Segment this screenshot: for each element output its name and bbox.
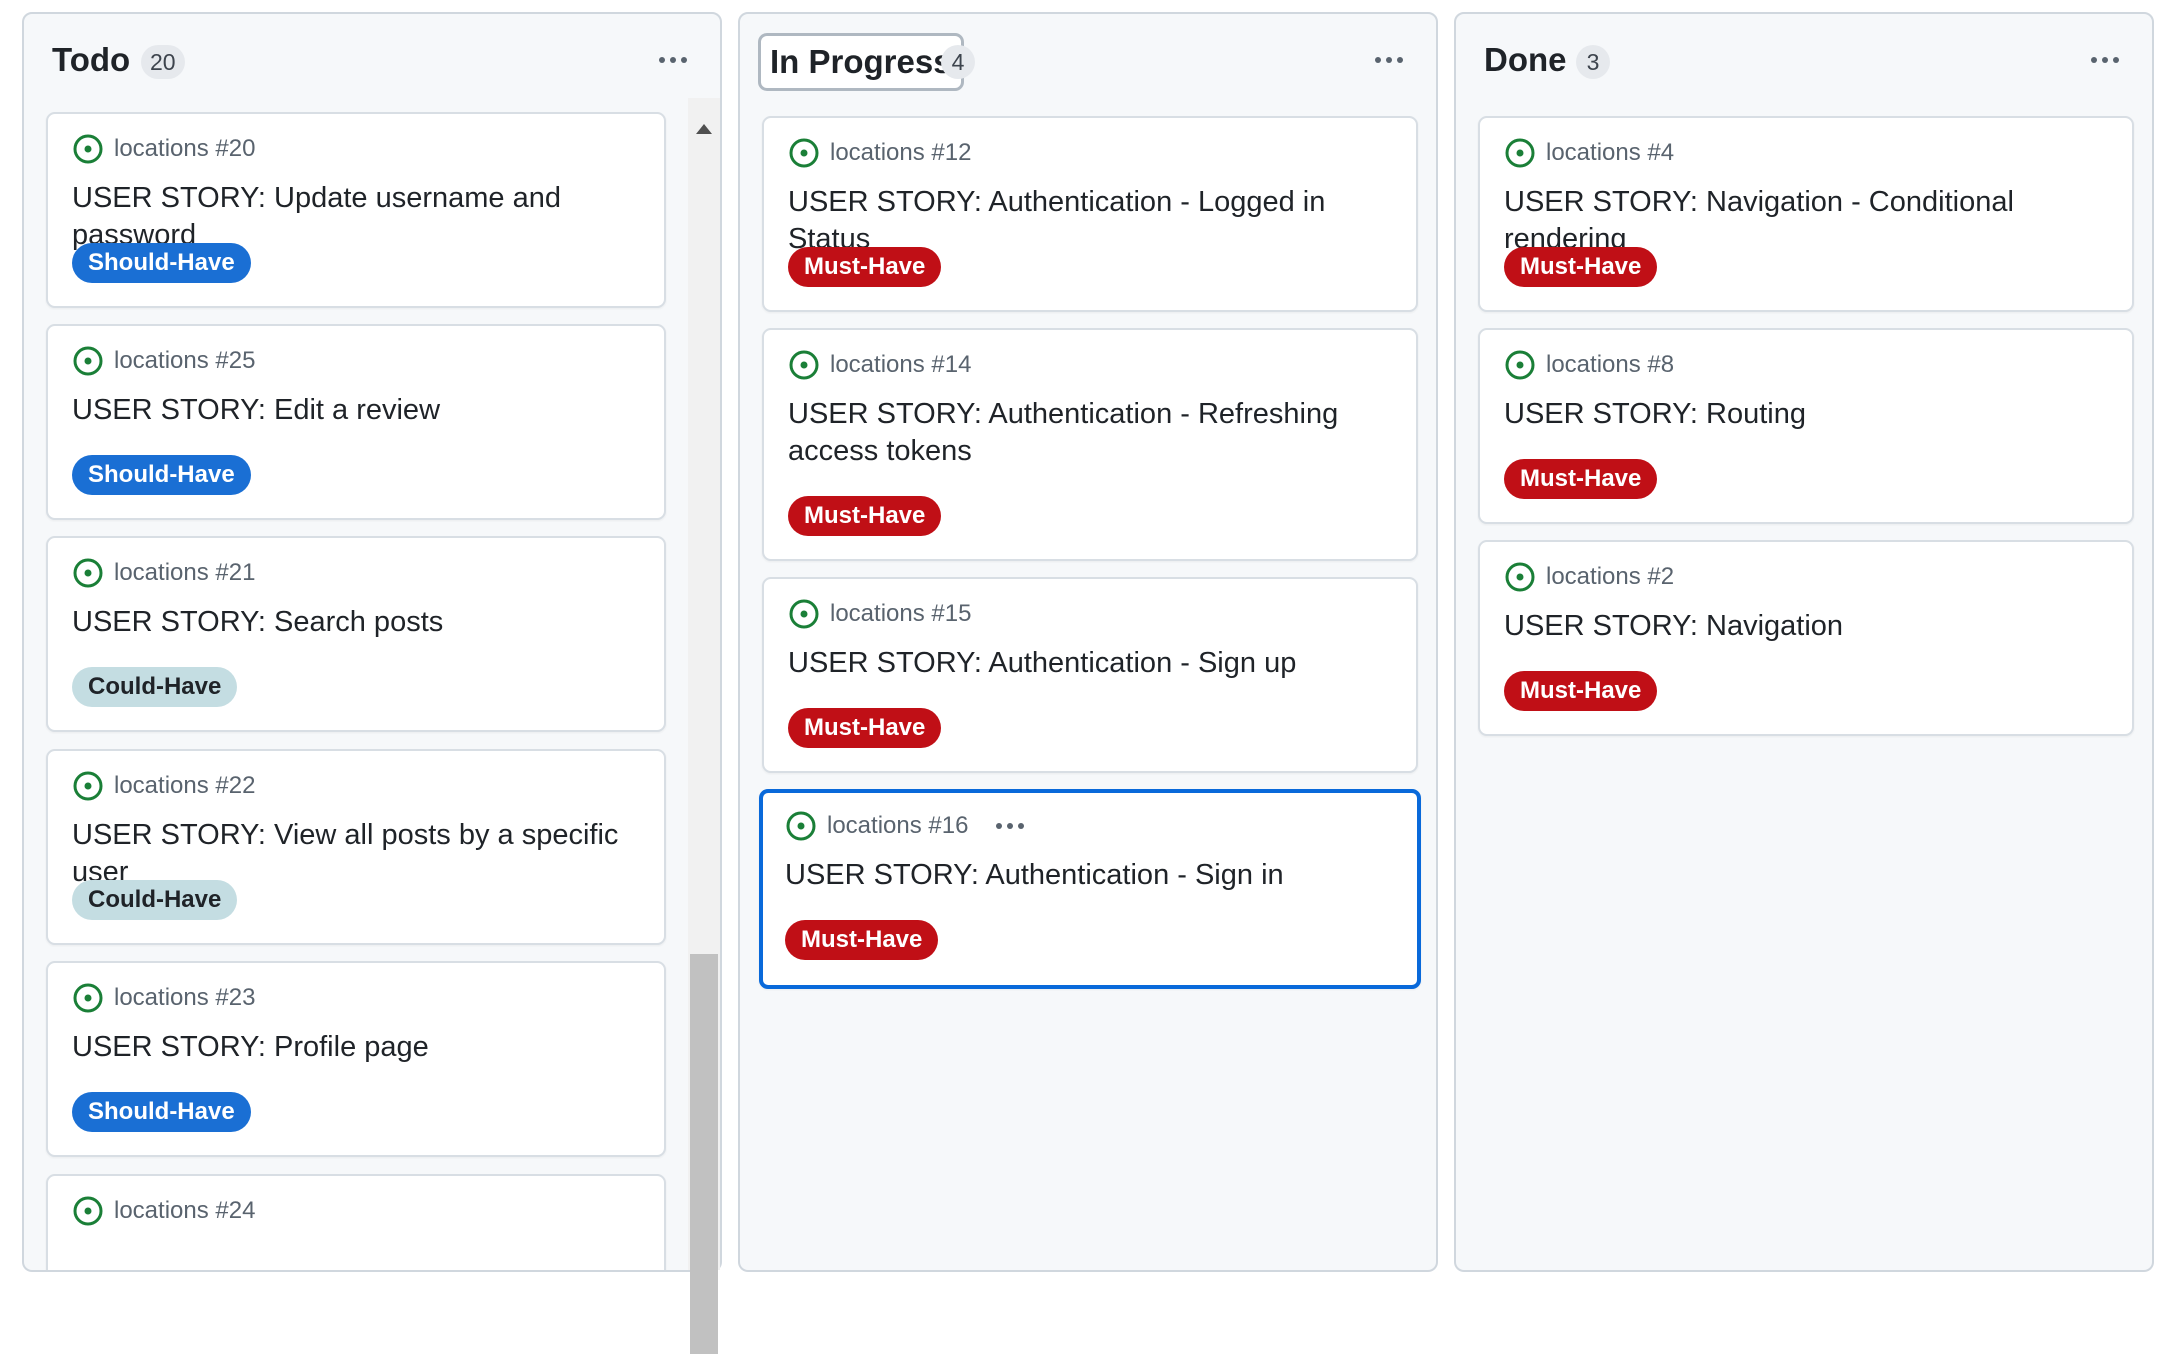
issue-reference[interactable]: locations #4 [1546, 139, 1674, 167]
card-meta: locations #4 [1504, 136, 1674, 170]
issue-reference[interactable]: locations #20 [114, 135, 255, 163]
issue-reference[interactable]: locations #12 [830, 139, 971, 167]
issue-opened-icon [73, 134, 103, 164]
issue-reference[interactable]: locations #24 [114, 1197, 255, 1225]
label-badge[interactable]: Must-Have [785, 920, 939, 960]
issue-card[interactable]: locations #15 USER STORY: Authentication… [762, 577, 1418, 773]
issue-reference[interactable]: locations #8 [1546, 351, 1674, 379]
issue-opened-icon [1505, 138, 1535, 168]
label-badge[interactable]: Must-Have [788, 708, 942, 748]
issue-opened-icon [73, 1196, 103, 1226]
issue-card[interactable]: locations #20 USER STORY: Update usernam… [46, 112, 666, 308]
issue-card[interactable]: locations #22 USER STORY: View all posts… [46, 749, 666, 945]
issue-title[interactable]: USER STORY: Profile page [72, 1029, 644, 1066]
card-menu-icon[interactable] [996, 823, 1025, 829]
column-header: Done 3 [1456, 14, 2152, 98]
issue-card[interactable]: locations #4 USER STORY: Navigation - Co… [1478, 116, 2134, 312]
issue-card[interactable]: locations #23 USER STORY: Profile page S… [46, 961, 666, 1157]
column-title[interactable]: In Progress [758, 33, 964, 91]
card-meta: locations #22 [72, 769, 255, 803]
issue-card[interactable]: locations #8 USER STORY: Routing Must-Ha… [1478, 328, 2134, 524]
issue-opened-icon [786, 811, 816, 841]
label-badge[interactable]: Must-Have [788, 496, 942, 536]
triangle-up-icon[interactable] [696, 124, 712, 134]
issue-opened-icon [1505, 350, 1535, 380]
issue-opened-icon [789, 350, 819, 380]
card-meta: locations #12 [788, 136, 971, 170]
card-meta: locations #23 [72, 981, 255, 1015]
label-badge[interactable]: Could-Have [72, 667, 238, 707]
column-title: Todo [52, 41, 131, 78]
issue-card-selected[interactable]: locations #16 USER STORY: Authentication… [759, 789, 1421, 989]
issue-reference[interactable]: locations #2 [1546, 563, 1674, 591]
card-meta: locations #15 [788, 597, 971, 631]
issue-card[interactable]: locations #24 [46, 1174, 666, 1270]
issue-card[interactable]: locations #21 USER STORY: Search posts C… [46, 536, 666, 732]
issue-title[interactable]: USER STORY: Authentication - Refreshing … [788, 396, 1396, 470]
issue-opened-icon [789, 138, 819, 168]
column-menu-icon[interactable] [650, 40, 696, 80]
column-item-count: 3 [1576, 45, 1610, 79]
issue-reference[interactable]: locations #23 [114, 984, 255, 1012]
issue-reference[interactable]: locations #16 [827, 812, 968, 840]
card-list: locations #20 USER STORY: Update usernam… [24, 98, 720, 1270]
issue-opened-icon [73, 558, 103, 588]
issue-reference[interactable]: locations #21 [114, 559, 255, 587]
issue-title[interactable]: USER STORY: Navigation [1504, 608, 2112, 645]
issue-opened-icon [1505, 562, 1535, 592]
label-badge[interactable]: Should-Have [72, 1092, 251, 1132]
column-item-count: 4 [941, 45, 975, 79]
issue-title[interactable]: USER STORY: Routing [1504, 396, 2112, 433]
column-done: Done 3 locations #4 USER STORY: Navigati… [1454, 12, 2154, 1272]
issue-reference[interactable]: locations #15 [830, 600, 971, 628]
card-meta: locations #14 [788, 348, 971, 382]
issue-opened-icon [73, 771, 103, 801]
issue-reference[interactable]: locations #25 [114, 347, 255, 375]
column-item-count: 20 [141, 45, 185, 79]
label-badge[interactable]: Must-Have [1504, 247, 1658, 287]
issue-reference[interactable]: locations #22 [114, 772, 255, 800]
issue-opened-icon [73, 983, 103, 1013]
issue-title[interactable]: USER STORY: Search posts [72, 604, 644, 641]
card-list: locations #4 USER STORY: Navigation - Co… [1456, 98, 2152, 1270]
column-header: Todo 20 [24, 14, 720, 98]
issue-reference[interactable]: locations #14 [830, 351, 971, 379]
issue-title[interactable]: USER STORY: Authentication - Sign up [788, 645, 1396, 682]
issue-opened-icon [789, 599, 819, 629]
issue-card[interactable]: locations #25 USER STORY: Edit a review … [46, 324, 666, 520]
column-todo: Todo 20 locations #20 USER STORY: Update… [22, 12, 722, 1354]
issue-card[interactable]: locations #14 USER STORY: Authentication… [762, 328, 1418, 561]
card-meta: locations #2 [1504, 560, 1674, 594]
card-meta: locations #16 [785, 809, 1025, 843]
column-menu-icon[interactable] [1366, 40, 1412, 80]
label-badge[interactable]: Must-Have [1504, 459, 1658, 499]
issue-title[interactable]: USER STORY: Edit a review [72, 392, 644, 429]
label-badge[interactable]: Should-Have [72, 243, 251, 283]
card-meta: locations #8 [1504, 348, 1674, 382]
card-meta: locations #24 [72, 1194, 255, 1228]
column-in-progress: In Progress 4 locations #12 USER STORY: … [738, 12, 1438, 1272]
scrollbar-thumb[interactable] [690, 954, 718, 1354]
card-meta: locations #25 [72, 344, 255, 378]
label-badge[interactable]: Must-Have [1504, 671, 1658, 711]
card-meta: locations #21 [72, 556, 255, 590]
label-badge[interactable]: Must-Have [788, 247, 942, 287]
issue-card[interactable]: locations #12 USER STORY: Authentication… [762, 116, 1418, 312]
issue-title[interactable]: USER STORY: Authentication - Sign in [785, 857, 1397, 894]
column-title: Done [1484, 41, 1567, 78]
column-menu-icon[interactable] [2082, 40, 2128, 80]
label-badge[interactable]: Could-Have [72, 880, 238, 920]
card-meta: locations #20 [72, 132, 255, 166]
column-header: In Progress 4 [740, 14, 1436, 98]
issue-card[interactable]: locations #2 USER STORY: Navigation Must… [1478, 540, 2134, 736]
scrollbar[interactable] [688, 98, 720, 1354]
issue-opened-icon [73, 346, 103, 376]
label-badge[interactable]: Should-Have [72, 455, 251, 495]
card-list: locations #12 USER STORY: Authentication… [740, 98, 1436, 1270]
